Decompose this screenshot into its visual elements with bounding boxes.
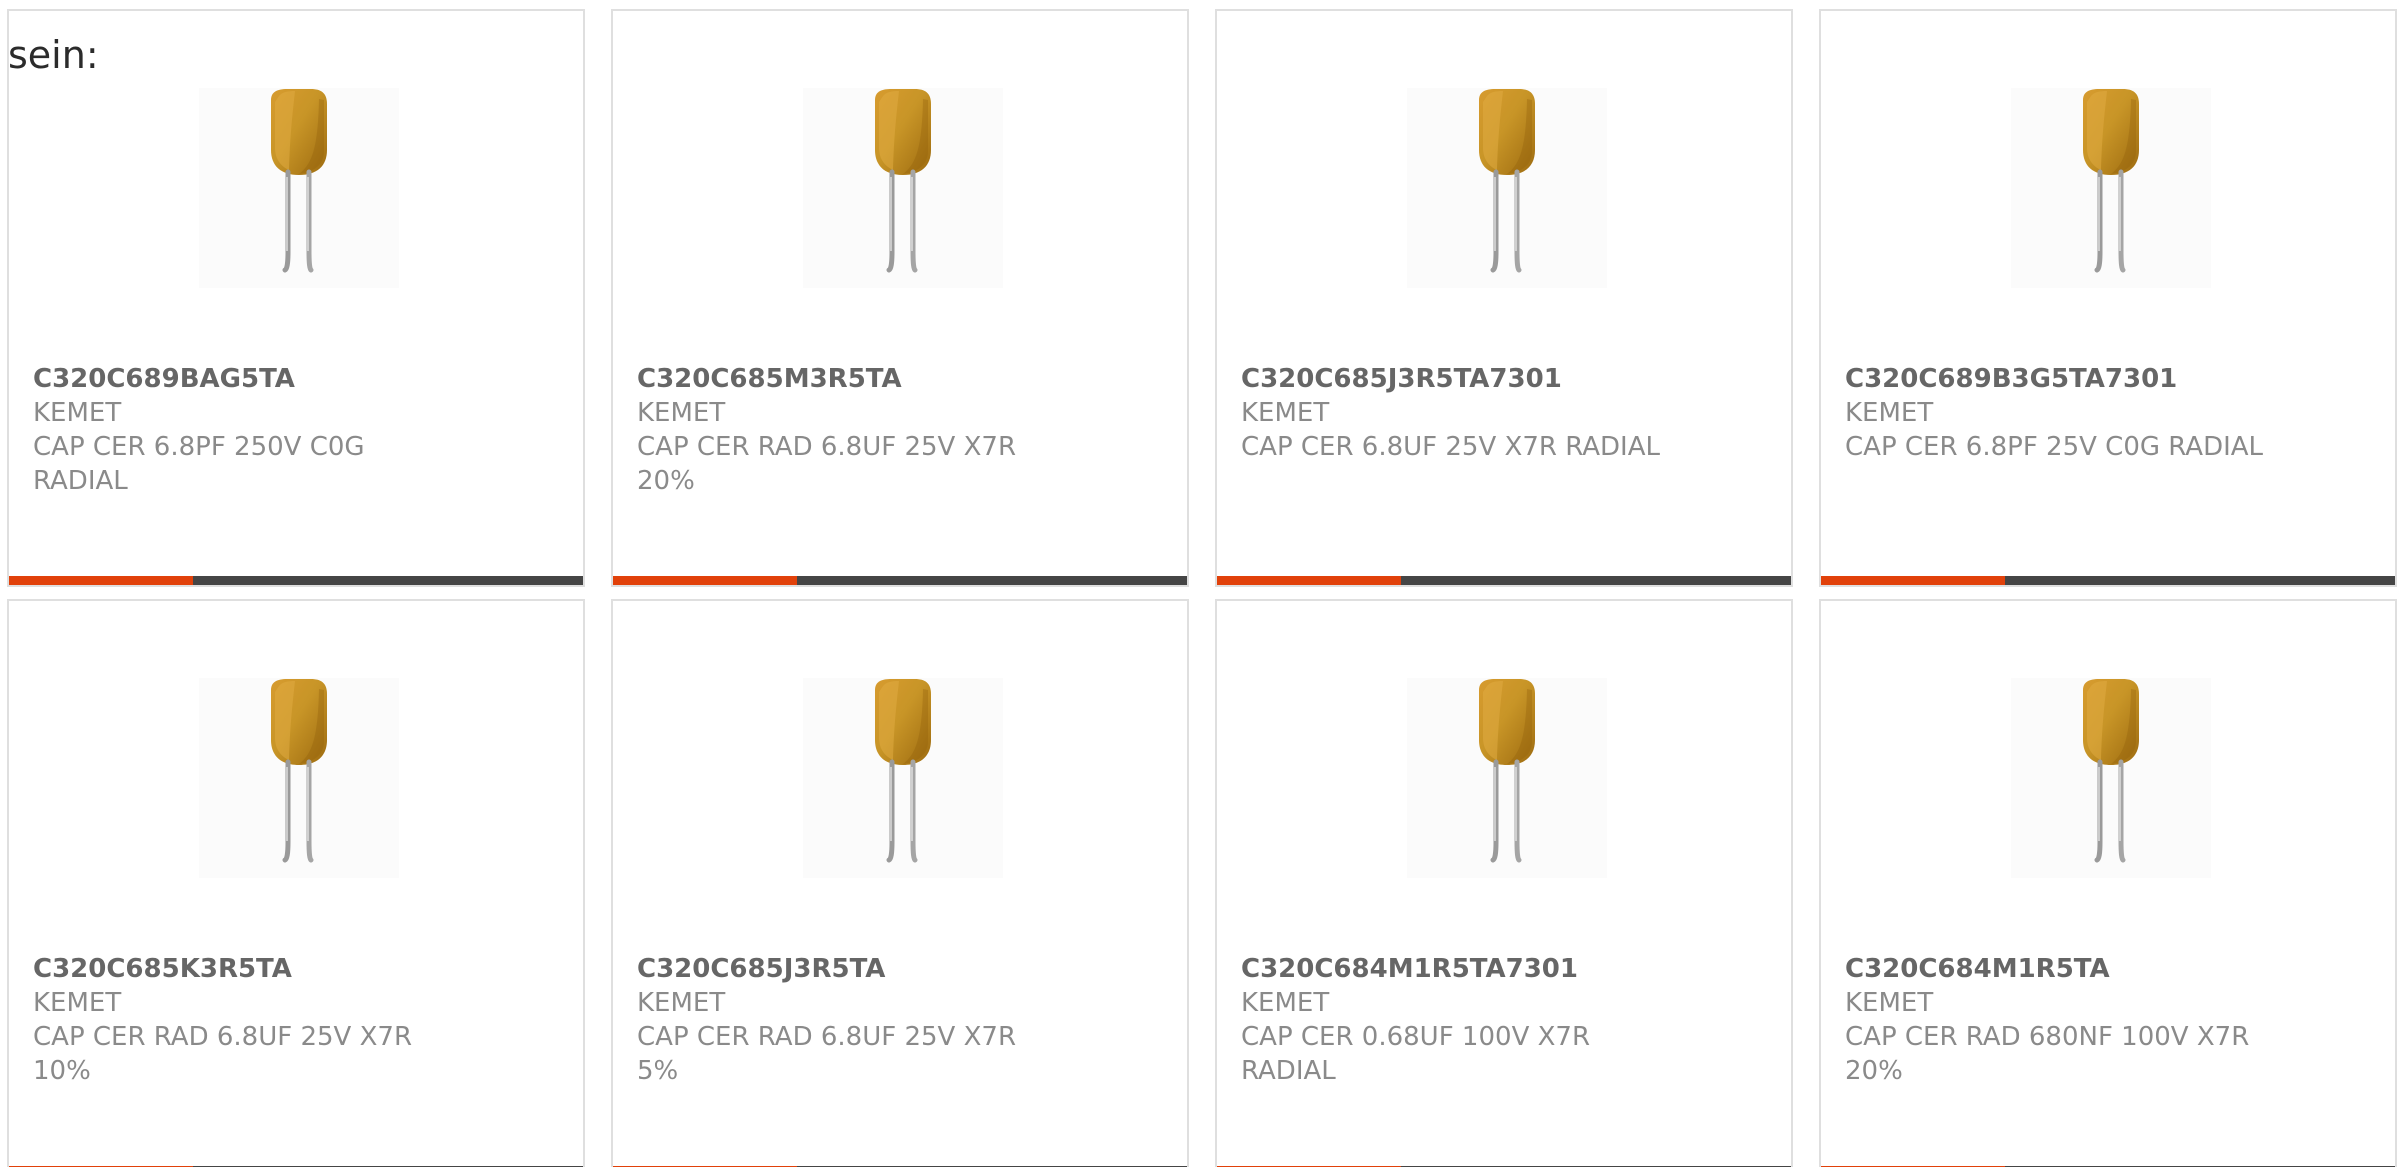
part-number[interactable]: C320C684M1R5TA [1845,952,2345,986]
product-info: C320C685J3R5TA7301 KEMET CAP CER 6.8UF 2… [1241,362,1741,464]
product-card[interactable]: C320C685J3R5TA7301 KEMET CAP CER 6.8UF 2… [1215,9,1793,587]
product-info: C320C685M3R5TA KEMET CAP CER RAD 6.8UF 2… [637,362,1137,498]
manufacturer: KEMET [637,398,726,428]
manufacturer: KEMET [637,988,726,1018]
product-image[interactable] [803,678,1003,878]
product-card[interactable]: C320C684M1R5TA KEMET CAP CER RAD 680NF 1… [1819,599,2397,1167]
product-description: CAP CER RAD 6.8UF 25V X7R 10% [33,1022,413,1086]
availability-bar [1217,576,1791,585]
manufacturer: KEMET [1241,398,1330,428]
product-card[interactable]: C320C685K3R5TA KEMET CAP CER RAD 6.8UF 2… [7,599,585,1167]
radial-capacitor-icon [803,88,1003,288]
product-card[interactable]: C320C689B3G5TA7301 KEMET CAP CER 6.8PF 2… [1819,9,2397,587]
part-number[interactable]: C320C685J3R5TA [637,952,1137,986]
availability-fill [613,576,797,585]
product-description: CAP CER 6.8UF 25V X7R RADIAL [1241,432,1660,462]
manufacturer: KEMET [1241,988,1330,1018]
part-number[interactable]: C320C685M3R5TA [637,362,1137,396]
product-description: CAP CER 6.8PF 250V C0G RADIAL [33,432,365,496]
product-description: CAP CER RAD 6.8UF 25V X7R 20% [637,432,1017,496]
product-card[interactable]: C320C685M3R5TA KEMET CAP CER RAD 6.8UF 2… [611,9,1189,587]
product-description: CAP CER RAD 680NF 100V X7R 20% [1845,1022,2250,1086]
availability-bar [9,576,583,585]
manufacturer: KEMET [1845,988,1934,1018]
radial-capacitor-icon [1407,88,1607,288]
part-number[interactable]: C320C689B3G5TA7301 [1845,362,2345,396]
product-image[interactable] [1407,88,1607,288]
availability-fill [1217,576,1401,585]
radial-capacitor-icon [1407,678,1607,878]
part-number[interactable]: C320C685J3R5TA7301 [1241,362,1741,396]
product-info: C320C684M1R5TA7301 KEMET CAP CER 0.68UF … [1241,952,1741,1088]
radial-capacitor-icon [199,88,399,288]
product-card[interactable]: C320C689BAG5TA KEMET CAP CER 6.8PF 250V … [7,9,585,587]
radial-capacitor-icon [2011,88,2211,288]
product-info: C320C685J3R5TA KEMET CAP CER RAD 6.8UF 2… [637,952,1137,1088]
manufacturer: KEMET [33,988,122,1018]
product-image[interactable] [803,88,1003,288]
part-number[interactable]: C320C689BAG5TA [33,362,533,396]
product-info: C320C689B3G5TA7301 KEMET CAP CER 6.8PF 2… [1845,362,2345,464]
availability-bar [1821,576,2395,585]
product-image[interactable] [1407,678,1607,878]
radial-capacitor-icon [2011,678,2211,878]
product-image[interactable] [199,678,399,878]
product-info: C320C684M1R5TA KEMET CAP CER RAD 680NF 1… [1845,952,2345,1088]
product-card[interactable]: C320C684M1R5TA7301 KEMET CAP CER 0.68UF … [1215,599,1793,1167]
product-image[interactable] [199,88,399,288]
product-info: C320C685K3R5TA KEMET CAP CER RAD 6.8UF 2… [33,952,533,1088]
intro-text: sein: [8,33,99,77]
product-card[interactable]: C320C685J3R5TA KEMET CAP CER RAD 6.8UF 2… [611,599,1189,1167]
product-description: CAP CER RAD 6.8UF 25V X7R 5% [637,1022,1017,1086]
availability-fill [9,576,193,585]
radial-capacitor-icon [803,678,1003,878]
product-info: C320C689BAG5TA KEMET CAP CER 6.8PF 250V … [33,362,533,498]
availability-bar [613,576,1187,585]
radial-capacitor-icon [199,678,399,878]
product-grid: C320C689BAG5TA KEMET CAP CER 6.8PF 250V … [0,0,2400,1167]
product-description: CAP CER 6.8PF 25V C0G RADIAL [1845,432,2264,462]
part-number[interactable]: C320C684M1R5TA7301 [1241,952,1741,986]
product-image[interactable] [2011,678,2211,878]
part-number[interactable]: C320C685K3R5TA [33,952,533,986]
availability-fill [1821,576,2005,585]
product-description: CAP CER 0.68UF 100V X7R RADIAL [1241,1022,1591,1086]
manufacturer: KEMET [1845,398,1934,428]
manufacturer: KEMET [33,398,122,428]
product-image[interactable] [2011,88,2211,288]
